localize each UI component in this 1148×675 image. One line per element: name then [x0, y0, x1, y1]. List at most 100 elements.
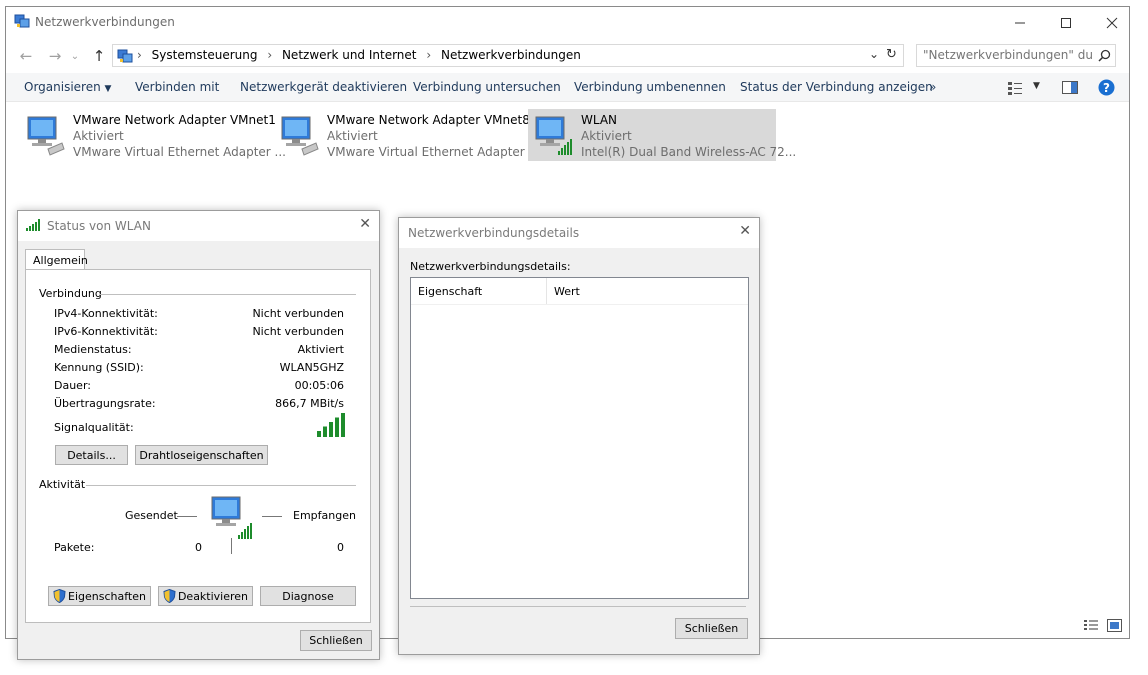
- rename-connection-button[interactable]: Verbindung umbenennen: [574, 80, 726, 94]
- signal-bar: [329, 422, 333, 437]
- minimize-icon: [1015, 22, 1025, 23]
- packets-sent-value: 0: [195, 541, 202, 554]
- adapter-vmnet1[interactable]: VMware Network Adapter VMnet1 Aktiviert …: [20, 109, 286, 161]
- computer-network-icon: [211, 496, 252, 539]
- details-label: Netzwerkverbindungsdetails:: [410, 260, 571, 273]
- arrow-left-icon: ←: [19, 47, 33, 65]
- activity-group-label: Aktivität: [39, 478, 86, 491]
- properties-button[interactable]: Eigenschaften: [48, 586, 151, 606]
- wlan-status-dialog: Status von WLAN ✕ Allgemein Verbindung I…: [17, 210, 380, 660]
- close-icon[interactable]: ✕: [359, 216, 371, 232]
- breadcrumb-item-netzwerk[interactable]: Netzwerk und Internet: [282, 48, 417, 62]
- search-input[interactable]: [923, 48, 1093, 62]
- signal-bar: [335, 417, 339, 437]
- duration-value: 00:05:06: [294, 379, 344, 392]
- address-row: ← → ⌄ ↑ › Systemsteuerung › Netzwerk und…: [6, 40, 1129, 70]
- media-status-label: Medienstatus:: [54, 343, 132, 356]
- speed-label: Übertragungsrate:: [54, 397, 156, 410]
- ipv4-value: Nicht verbunden: [252, 307, 344, 320]
- more-commands-button[interactable]: »: [929, 80, 936, 94]
- refresh-icon[interactable]: ↻: [886, 47, 897, 62]
- ipv6-label: IPv6-Konnektivität:: [54, 325, 158, 338]
- network-connections-icon: [14, 14, 30, 28]
- maximize-button[interactable]: [1043, 7, 1089, 38]
- chevron-down-icon: ⌄: [70, 50, 80, 62]
- address-bar[interactable]: › Systemsteuerung › Netzwerk und Interne…: [112, 44, 904, 67]
- adapter-device: VMware Virtual Ethernet Adapter ...: [73, 145, 286, 159]
- connection-details-dialog: Netzwerkverbindungsdetails ✕ Netzwerkver…: [398, 217, 760, 655]
- ipv4-label: IPv4-Konnektivität:: [54, 307, 158, 320]
- details-button[interactable]: Details...: [55, 445, 128, 465]
- details-list[interactable]: Eigenschaft Wert: [410, 277, 749, 599]
- dialog-title: Status von WLAN: [47, 219, 151, 233]
- packets-received-value: 0: [337, 541, 344, 554]
- organize-button[interactable]: Organisieren ▼: [24, 80, 111, 94]
- details-close-button[interactable]: Schließen: [675, 618, 748, 639]
- breadcrumb-item-netzwerkverbindungen[interactable]: Netzwerkverbindungen: [441, 48, 581, 62]
- activity-separator: [231, 538, 232, 554]
- header-divider: [411, 304, 748, 305]
- breadcrumb-item-systemsteuerung[interactable]: Systemsteuerung: [152, 48, 258, 62]
- maximize-icon: [1061, 17, 1071, 28]
- breadcrumb: › Systemsteuerung › Netzwerk und Interne…: [137, 48, 581, 62]
- network-adapter-icon: [27, 116, 65, 156]
- signal-bar: [341, 413, 345, 437]
- forward-button[interactable]: →: [44, 45, 66, 67]
- signal-strength-icon: [26, 219, 40, 231]
- divider: [410, 606, 746, 607]
- sent-label: Gesendet: [125, 509, 178, 522]
- close-button[interactable]: [1089, 7, 1135, 38]
- adapter-device: Intel(R) Dual Band Wireless-AC 72...: [581, 145, 797, 159]
- deactivate-button[interactable]: Deaktivieren: [158, 586, 253, 606]
- column-header-property[interactable]: Eigenschaft: [411, 278, 547, 304]
- wireless-adapter-icon: [535, 116, 572, 155]
- view-options-dropdown-icon[interactable]: ▼: [1033, 81, 1040, 91]
- column-header-value[interactable]: Wert: [547, 278, 748, 304]
- diagnose-button[interactable]: Diagnose: [260, 586, 356, 606]
- preview-pane-icon[interactable]: [1062, 81, 1078, 94]
- title-bar: Netzwerkverbindungen: [6, 7, 1129, 38]
- up-button[interactable]: ↑: [88, 45, 110, 67]
- tab-allgemein[interactable]: Allgemein: [25, 249, 88, 270]
- large-icons-view-icon[interactable]: [1107, 619, 1122, 632]
- minimize-button[interactable]: [997, 7, 1043, 38]
- properties-button-label: Eigenschaften: [68, 589, 146, 603]
- divider: [100, 294, 356, 295]
- change-view-icon[interactable]: [1007, 81, 1023, 95]
- adapter-wlan[interactable]: WLAN Aktiviert Intel(R) Dual Band Wirele…: [528, 109, 796, 161]
- shield-icon: [163, 589, 176, 603]
- window-title: Netzwerkverbindungen: [35, 15, 175, 29]
- packets-label: Pakete:: [54, 541, 95, 554]
- status-close-button[interactable]: Schließen: [300, 630, 372, 651]
- received-label: Empfangen: [293, 509, 356, 522]
- dialog-title-bar: Netzwerkverbindungsdetails ✕: [399, 218, 759, 248]
- diagnose-connection-button[interactable]: Verbindung untersuchen: [413, 80, 561, 94]
- signal-bar: [317, 431, 321, 437]
- help-icon[interactable]: ?: [1098, 79, 1115, 96]
- wireless-properties-button[interactable]: Drahtloseigenschaften: [135, 445, 268, 465]
- search-box[interactable]: [916, 44, 1116, 67]
- disable-device-button[interactable]: Netzwerkgerät deaktivieren: [240, 80, 407, 94]
- ssid-label: Kennung (SSID):: [54, 361, 144, 374]
- details-view-icon[interactable]: [1083, 619, 1099, 633]
- command-bar: Organisieren ▼ Verbinden mit Netzwerkger…: [6, 73, 1129, 102]
- dialog-title-bar: Status von WLAN ✕: [18, 211, 379, 241]
- close-icon[interactable]: ✕: [739, 223, 751, 239]
- deactivate-button-label: Deaktivieren: [177, 589, 249, 603]
- ssid-value: WLAN5GHZ: [279, 361, 344, 374]
- arrow-up-icon: ↑: [92, 47, 106, 65]
- adapter-status: Aktiviert: [73, 129, 124, 143]
- connect-to-button[interactable]: Verbinden mit: [135, 80, 219, 94]
- received-line: [262, 516, 282, 517]
- recent-locations-button[interactable]: ⌄: [64, 45, 86, 67]
- adapter-name: VMware Network Adapter VMnet8: [327, 113, 530, 127]
- address-dropdown-icon[interactable]: ⌄: [869, 47, 879, 61]
- close-icon: [1106, 17, 1118, 28]
- search-icon[interactable]: [1098, 49, 1111, 62]
- back-button[interactable]: ←: [15, 45, 37, 67]
- adapter-status: Aktiviert: [327, 129, 378, 143]
- adapter-vmnet8[interactable]: VMware Network Adapter VMnet8 Aktiviert …: [274, 109, 540, 161]
- view-status-button[interactable]: Status der Verbindung anzeigen: [740, 80, 933, 94]
- shield-icon: [53, 589, 66, 603]
- duration-label: Dauer:: [54, 379, 91, 392]
